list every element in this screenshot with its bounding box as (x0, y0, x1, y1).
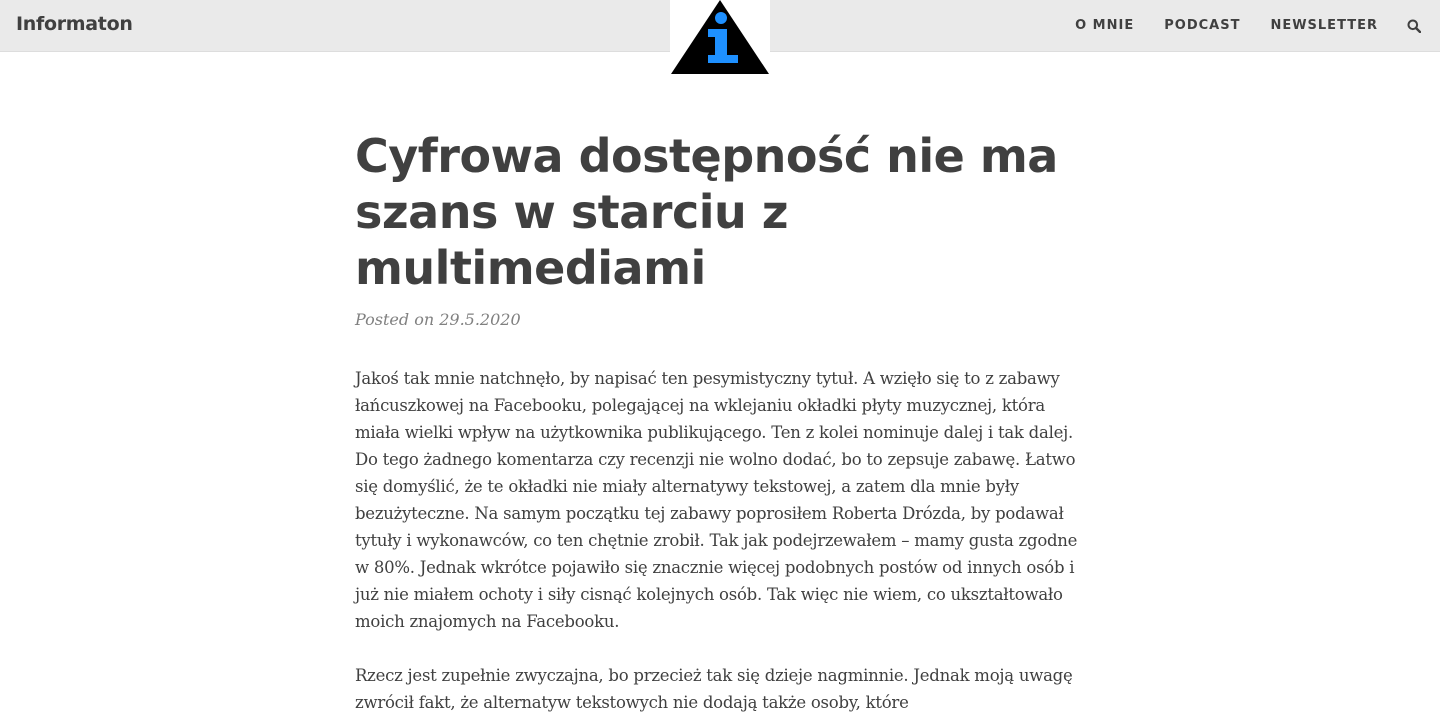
post-paragraph: Rzecz jest zupełnie zwyczajna, bo przeci… (355, 666, 1073, 712)
nav-item-o-mnie[interactable]: O MNIE (1075, 18, 1134, 33)
post-article: Cyfrowa dostępność nie ma szans w starci… (355, 128, 1090, 716)
post-title[interactable]: Cyfrowa dostępność nie ma szans w starci… (355, 128, 1090, 296)
nav-item-podcast[interactable]: PODCAST (1164, 18, 1240, 33)
nav-item-newsletter[interactable]: NEWSLETTER (1270, 18, 1378, 33)
post-body: Jakoś tak mnie natchnęło, by napisać ten… (355, 365, 1090, 716)
post-paragraph: Jakoś tak mnie natchnęło, by napisać ten… (355, 369, 1078, 631)
main-nav: O MNIE PODCAST NEWSLETTER (1075, 0, 1422, 51)
search-icon[interactable] (1406, 18, 1422, 34)
information-triangle-logo[interactable] (670, 0, 770, 74)
post-date: Posted on 29.5.2020 (355, 310, 521, 329)
site-brand-link[interactable]: Informaton (16, 13, 133, 35)
